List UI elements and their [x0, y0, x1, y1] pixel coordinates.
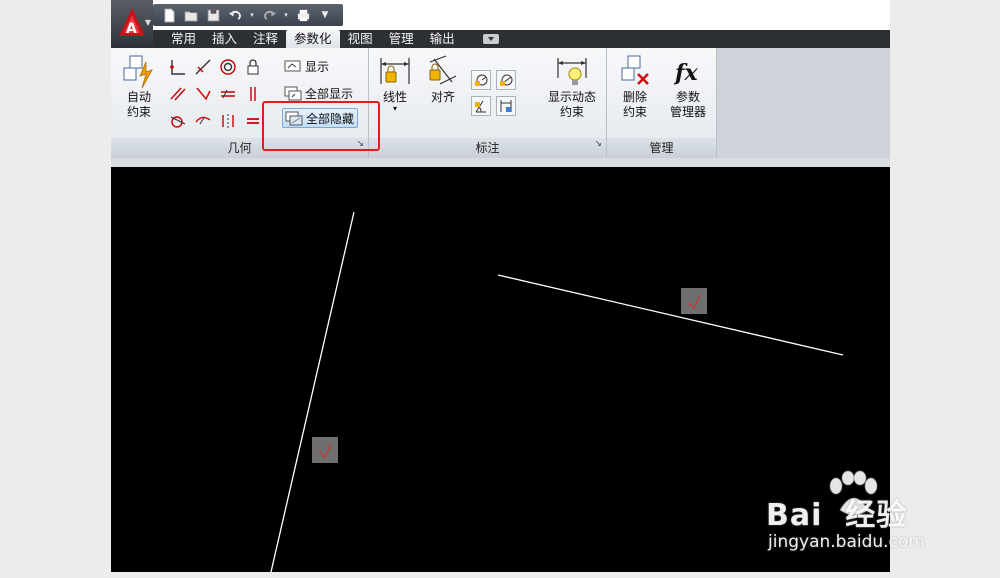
parameters-manager-label: 参数 管理器 — [669, 90, 706, 119]
manage-panel: 删除 约束 fx 参数 管理器 管理 — [607, 48, 717, 158]
symmetric-constraint-icon[interactable] — [216, 108, 240, 134]
show-all-constraints-button[interactable]: 全部显示 — [282, 83, 356, 103]
vertical-constraint-icon[interactable] — [241, 81, 265, 107]
convert-dimension-icon[interactable] — [496, 96, 516, 116]
radius-dimension-icon[interactable] — [471, 70, 491, 90]
svg-text:fx: fx — [673, 60, 698, 86]
coincident-constraint-icon[interactable] — [166, 54, 190, 80]
geometry-panel: 自动 约束 显示 全部显示 全部隐藏 几何 ↘ — [111, 48, 369, 158]
autocad-logo-icon: A — [119, 8, 145, 37]
undo-dropdown-icon[interactable]: ▾ — [249, 7, 255, 23]
dimension-panel-title: 标注 ↘ — [369, 138, 606, 158]
constraint-glyph-right[interactable] — [681, 288, 707, 314]
quick-access-toolbar: ▾ ▾ ▼ — [111, 0, 890, 30]
baidu-jingyan-watermark: Bai 经验 jingyan.baidu.com — [766, 470, 966, 562]
chevron-down-icon: ▼ — [144, 18, 151, 27]
show-all-label: 全部显示 — [305, 86, 354, 101]
tangent-constraint-icon[interactable] — [166, 108, 190, 134]
ribbon: 自动 约束 显示 全部显示 全部隐藏 几何 ↘ 线性 ▾ 对齐 显示动态 约束 … — [111, 48, 890, 158]
delete-constraints-label: 删除 约束 — [622, 90, 647, 119]
linear-label: 线性 — [382, 90, 407, 104]
show-constraints-icon — [284, 60, 301, 72]
parameters-manager-button[interactable]: fx 参数 管理器 — [663, 54, 713, 120]
tab-insert[interactable]: 插入 — [204, 30, 245, 48]
manage-panel-title: 管理 — [607, 138, 716, 158]
fx-function-icon: fx — [673, 60, 698, 86]
hide-all-constraints-button[interactable]: 全部隐藏 — [282, 108, 359, 128]
concentric-constraint-icon[interactable] — [216, 54, 240, 80]
collinear-constraint-icon[interactable] — [191, 54, 215, 80]
undo-icon[interactable] — [227, 7, 243, 23]
print-icon[interactable] — [295, 7, 311, 23]
ribbon-empty-area — [717, 48, 890, 158]
aligned-dimension-icon — [429, 55, 457, 85]
customize-toolbar-icon[interactable]: ▼ — [317, 7, 333, 23]
diameter-dimension-icon[interactable] — [496, 70, 516, 90]
equal-constraint-icon[interactable] — [241, 108, 265, 134]
show-dynamic-constraints-button[interactable]: 显示动态 约束 — [541, 54, 603, 120]
aligned-label: 对齐 — [430, 90, 455, 104]
quick-access-strip: ▾ ▾ ▼ — [153, 4, 343, 26]
watermark-url: jingyan.baidu.com — [768, 532, 925, 552]
delete-constraints-button[interactable]: 删除 约束 — [613, 54, 657, 120]
constraint-glyph-left[interactable] — [312, 437, 338, 463]
tab-manage[interactable]: 管理 — [381, 30, 422, 48]
watermark-brand: Bai 经验 — [766, 498, 908, 533]
dimension-panel-title-text: 标注 — [475, 141, 500, 155]
tab-output[interactable]: 输出 — [422, 30, 463, 48]
application-menu-button[interactable]: A ▼ — [111, 0, 153, 46]
dimension-panel: 线性 ▾ 对齐 显示动态 约束 标注 ↘ — [369, 48, 607, 158]
geometry-panel-title-text: 几何 — [227, 141, 252, 155]
hide-all-label: 全部隐藏 — [306, 111, 355, 126]
linear-dimension-icon — [380, 58, 410, 84]
smooth-constraint-icon[interactable] — [191, 108, 215, 134]
geometric-constraints-grid — [166, 54, 290, 134]
auto-constrain-label: 自动 约束 — [126, 90, 151, 119]
show-label: 显示 — [305, 59, 330, 74]
perpendicular-constraint-icon[interactable] — [191, 81, 215, 107]
new-file-icon[interactable] — [161, 7, 177, 23]
delete-constraints-icon — [621, 55, 649, 85]
svg-text:A: A — [126, 21, 137, 37]
line-segment-left[interactable] — [270, 211, 355, 572]
tab-parametric[interactable]: 参数化 — [286, 30, 340, 48]
auto-constrain-button[interactable]: 自动 约束 — [117, 54, 161, 120]
chevron-down-icon[interactable]: ▾ — [393, 105, 397, 113]
angular-dimension-icon[interactable] — [471, 96, 491, 116]
fix-constraint-icon[interactable] — [241, 54, 265, 80]
panel-launcher-icon[interactable]: ↘ — [356, 134, 364, 154]
parallel-constraint-icon[interactable] — [166, 81, 190, 107]
show-dynamic-label: 显示动态 约束 — [547, 90, 596, 119]
chevron-down-icon — [487, 37, 494, 41]
show-all-constraints-icon — [284, 86, 302, 101]
show-dynamic-constraints-icon — [557, 58, 587, 85]
redo-icon[interactable] — [261, 7, 277, 23]
line-segment-right[interactable] — [497, 274, 844, 356]
hide-all-constraints-icon — [285, 111, 303, 126]
show-constraints-button[interactable]: 显示 — [282, 56, 332, 76]
open-folder-icon[interactable] — [183, 7, 199, 23]
minimize-ribbon-button[interactable] — [482, 34, 499, 44]
linear-dimension-button[interactable]: 线性 ▾ — [375, 54, 415, 113]
geometry-panel-title: 几何 ↘ — [111, 138, 368, 158]
panel-launcher-icon[interactable]: ↘ — [594, 134, 602, 154]
save-icon[interactable] — [205, 7, 221, 23]
tab-view[interactable]: 视图 — [340, 30, 381, 48]
manage-panel-title-text: 管理 — [649, 141, 674, 155]
tab-annotate[interactable]: 注释 — [245, 30, 286, 48]
ribbon-tab-bar: 常用 插入 注释 参数化 视图 管理 输出 — [111, 30, 890, 48]
aligned-dimension-button[interactable]: 对齐 — [423, 54, 463, 105]
redo-dropdown-icon[interactable]: ▾ — [283, 7, 289, 23]
tab-home[interactable]: 常用 — [163, 30, 204, 48]
horizontal-constraint-icon[interactable] — [216, 81, 240, 107]
auto-constrain-icon — [123, 55, 153, 89]
